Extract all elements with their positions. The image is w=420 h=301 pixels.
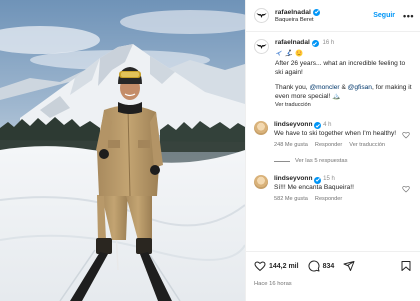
comment-text: We have to ski together when I'm healthy… bbox=[274, 129, 397, 137]
skier-emoji-icon bbox=[285, 49, 293, 57]
bookmark-icon bbox=[401, 261, 411, 271]
comment-like-heart-icon[interactable] bbox=[402, 185, 410, 193]
comment-text: Sí!!! Me encanta Baqueira!! bbox=[274, 184, 354, 192]
comment-likes[interactable]: 248 Me gusta bbox=[274, 142, 308, 150]
verified-badge-icon bbox=[314, 176, 322, 184]
airplane-emoji-icon bbox=[276, 50, 282, 56]
author-username[interactable]: rafaelnadal bbox=[275, 9, 311, 16]
caption-username[interactable]: rafaelnadal bbox=[275, 39, 310, 46]
verified-badge-icon bbox=[312, 8, 320, 16]
skier-photo-illustration bbox=[0, 0, 245, 301]
commenter-avatar[interactable] bbox=[254, 121, 268, 135]
post-side-panel: rafaelnadal Baqueira Beret Seguir ••• ra… bbox=[245, 0, 420, 301]
comment-translate-link[interactable]: Ver traducción bbox=[349, 142, 385, 150]
comment-time: 4 h bbox=[323, 122, 332, 128]
comment-button[interactable]: 834 bbox=[308, 260, 335, 272]
comment-time: 15 h bbox=[323, 176, 335, 183]
mention-gfisan[interactable]: @gfisan bbox=[348, 84, 372, 91]
view-replies-label: Ver las 5 respuestas bbox=[295, 158, 348, 165]
nadal-bull-logo-icon bbox=[256, 44, 267, 49]
caption-thanks-start: Thank you, bbox=[275, 83, 310, 91]
caption-author-avatar[interactable] bbox=[254, 39, 269, 54]
verified-badge-icon bbox=[314, 122, 322, 130]
comment-username[interactable]: lindseyvonn bbox=[274, 175, 312, 182]
comment-item: lindseyvonn 15 h Sí!!! Me encanta Baquei… bbox=[254, 175, 412, 203]
caption-thanks: Thank you, @moncler & @gfisan, for makin… bbox=[275, 84, 412, 102]
send-paper-plane-icon bbox=[343, 261, 355, 271]
comments-count: 834 bbox=[322, 262, 335, 270]
comments-feed[interactable]: rafaelnadal 16 h After 26 years... what … bbox=[246, 33, 420, 251]
heart-eyes-emoji-icon bbox=[295, 49, 303, 57]
post-footer: 144,2 mil 834 Hace 16 horas bbox=[246, 251, 420, 301]
comment-item: lindseyvonn 4 h We have to ski together … bbox=[254, 121, 412, 149]
author-avatar[interactable] bbox=[254, 8, 269, 23]
follow-button[interactable]: Seguir bbox=[373, 12, 395, 19]
comment-username[interactable]: lindseyvonn bbox=[274, 121, 312, 128]
action-bar: 144,2 mil 834 bbox=[254, 260, 412, 272]
nadal-bull-logo-icon bbox=[256, 13, 267, 18]
comment-reply-button[interactable]: Responder bbox=[315, 196, 342, 204]
save-button[interactable] bbox=[400, 260, 412, 272]
view-replies-link[interactable]: Ver las 5 respuestas bbox=[274, 158, 412, 164]
caption-text-line1: After 26 years... what an incredible fee… bbox=[275, 59, 406, 76]
more-options-icon[interactable]: ••• bbox=[403, 11, 414, 21]
mention-moncler[interactable]: @moncler bbox=[309, 84, 339, 91]
like-button[interactable]: 144,2 mil bbox=[254, 260, 299, 272]
share-button[interactable] bbox=[343, 260, 355, 272]
post-time-ago: Hace 16 horas bbox=[254, 281, 292, 287]
caption-time: 16 h bbox=[322, 40, 335, 46]
comment-likes[interactable]: 582 Me gusta bbox=[274, 196, 308, 204]
post-location[interactable]: Baqueira Beret bbox=[275, 17, 373, 23]
caption-amp: & bbox=[339, 83, 348, 91]
post-header: rafaelnadal Baqueira Beret Seguir ••• bbox=[246, 0, 420, 32]
caption-emojis bbox=[275, 49, 412, 57]
commenter-avatar[interactable] bbox=[254, 175, 268, 190]
replies-divider bbox=[274, 160, 290, 162]
see-translation-link[interactable]: Ver traducción bbox=[275, 102, 412, 110]
likes-count[interactable]: 144,2 mil bbox=[269, 263, 299, 270]
post-photo[interactable] bbox=[0, 0, 245, 301]
comment-like-heart-icon[interactable] bbox=[402, 131, 410, 139]
comment-bubble-icon bbox=[308, 260, 320, 272]
comment-reply-button[interactable]: Responder bbox=[315, 142, 342, 150]
heart-icon bbox=[254, 261, 266, 272]
verified-badge-icon bbox=[311, 40, 319, 48]
post-caption: rafaelnadal 16 h After 26 years... what … bbox=[254, 39, 412, 110]
